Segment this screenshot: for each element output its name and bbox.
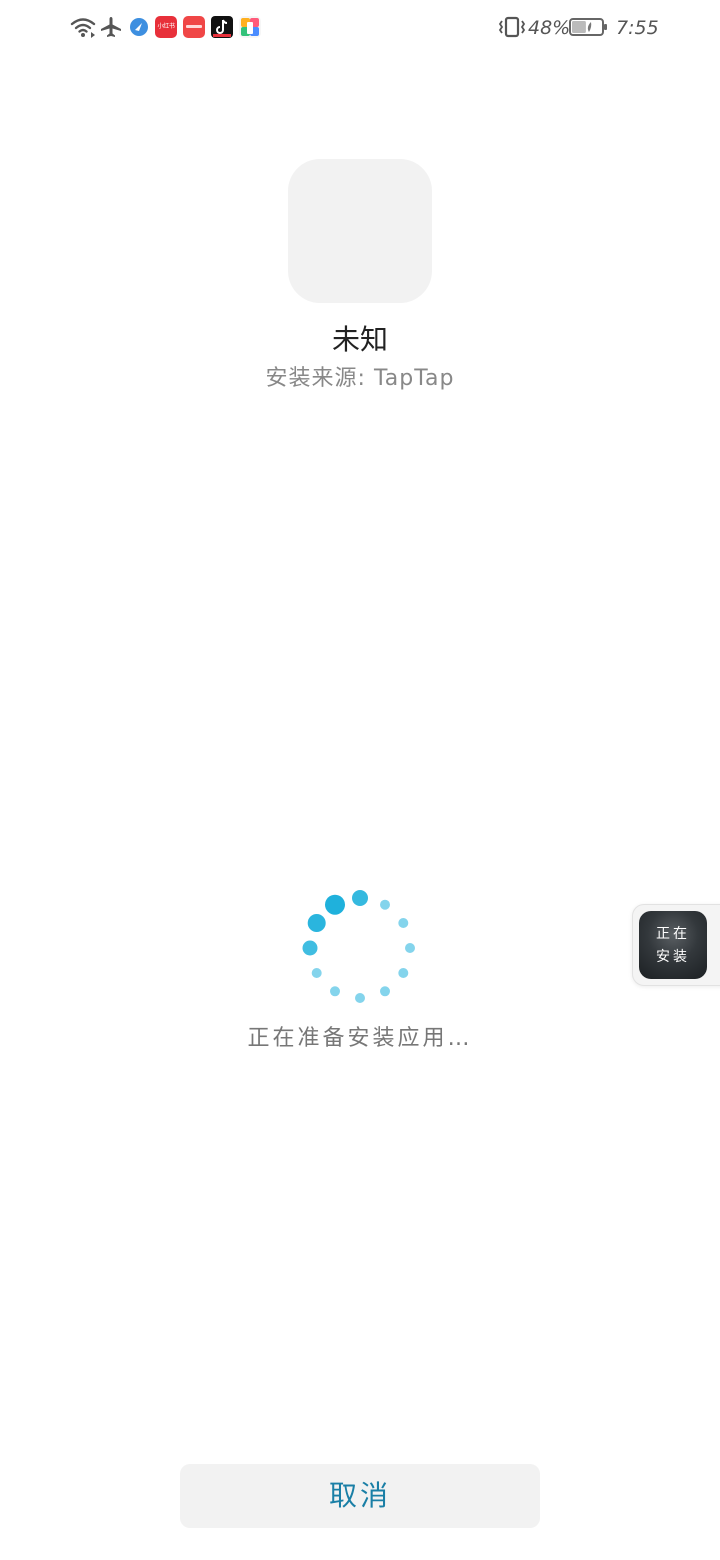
preparing-install-message: 正在准备安装应用… xyxy=(247,1026,473,1051)
spinner-dot xyxy=(302,940,318,956)
red-app-icon: 小红书 xyxy=(155,16,177,38)
spinner-dot xyxy=(405,943,415,953)
bubble-line-2: 安装 xyxy=(656,949,690,965)
app-icon-placeholder xyxy=(288,159,432,303)
status-bar: 小红书 48% 7:55 xyxy=(0,0,720,56)
app-name: 未知 xyxy=(331,323,388,356)
installing-app-thumbnail: 正在 安装 xyxy=(639,911,707,979)
spinner-dot xyxy=(311,968,322,978)
installer-screen: 小红书 48% 7:55 未知 安装来源: TapTap 正在准备安装应用… 正… xyxy=(0,0,720,1560)
installing-floating-bubble[interactable]: 正在 安装 xyxy=(632,904,720,986)
colorful-app-icon xyxy=(239,16,261,38)
spinner-dot xyxy=(398,918,409,928)
bubble-line-1: 正在 xyxy=(656,926,690,942)
vibrate-icon xyxy=(498,16,526,38)
install-source-label: 安装来源: TapTap xyxy=(265,366,455,391)
spinner-dot xyxy=(307,914,326,932)
spinner-dot xyxy=(380,899,390,910)
wifi-icon xyxy=(70,18,96,38)
battery-percent: 48% xyxy=(528,17,571,39)
spinner-dot xyxy=(355,993,365,1003)
airplane-mode-icon xyxy=(101,17,121,37)
clock: 7:55 xyxy=(616,17,659,39)
spinner-dot xyxy=(325,894,345,915)
battery-icon xyxy=(569,18,607,36)
loading-spinner-icon xyxy=(302,890,415,1003)
spinner-dot xyxy=(352,890,368,906)
red-app-icon-2 xyxy=(183,16,205,38)
tiktok-app-icon xyxy=(211,16,233,38)
spinner-dot xyxy=(398,968,409,978)
browser-app-icon xyxy=(130,18,148,36)
spinner-dot xyxy=(330,986,340,997)
spinner-dot xyxy=(380,986,390,997)
cancel-button[interactable]: 取消 xyxy=(180,1464,540,1528)
